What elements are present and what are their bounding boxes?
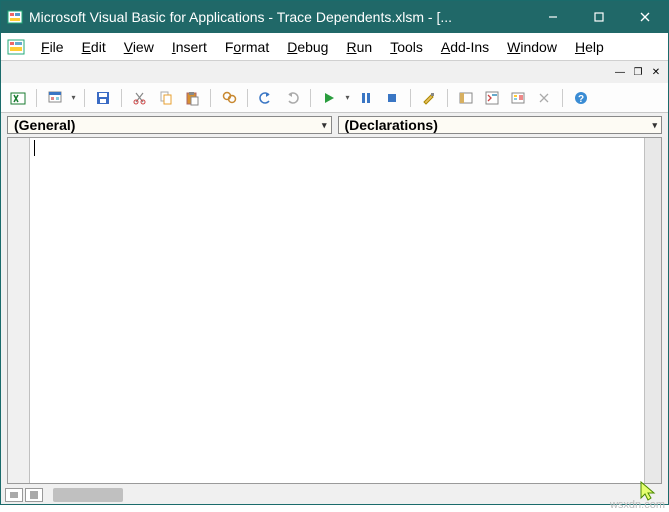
excel-icon [10, 90, 26, 106]
menu-view[interactable]: View [116, 36, 162, 58]
reset-button[interactable] [381, 87, 403, 109]
full-module-view-button[interactable] [25, 488, 43, 502]
help-icon: ? [573, 90, 589, 106]
minimize-button[interactable] [530, 1, 576, 33]
menu-addins[interactable]: Add-Ins [433, 36, 497, 58]
watermark: wsxdn.com [610, 499, 665, 511]
find-icon [221, 90, 237, 106]
menubar: FFileile Edit View Insert Format Debug R… [1, 33, 668, 61]
reset-icon [385, 91, 399, 105]
mdi-restore-button[interactable]: ❐ [630, 64, 646, 80]
view-excel-button[interactable] [7, 87, 29, 109]
combo-row: (General) ▾ (Declarations) ▾ [1, 113, 668, 137]
break-icon [359, 91, 373, 105]
chevron-down-icon: ▾ [322, 120, 327, 131]
undo-button[interactable] [255, 87, 277, 109]
code-pane [7, 137, 662, 484]
break-button[interactable] [355, 87, 377, 109]
insert-button[interactable] [44, 87, 66, 109]
toolbox-icon [536, 90, 552, 106]
save-icon [95, 90, 111, 106]
design-icon [421, 90, 437, 106]
find-button[interactable] [218, 87, 240, 109]
cut-button[interactable] [129, 87, 151, 109]
mdi-close-button[interactable]: ✕ [648, 64, 664, 80]
procedure-view-icon [9, 491, 19, 499]
toolbox-button[interactable] [533, 87, 555, 109]
paste-button[interactable] [181, 87, 203, 109]
object-combo[interactable]: (General) ▾ [7, 116, 332, 134]
toolbar: ▾ ▾ [1, 83, 668, 113]
menu-format[interactable]: Format [217, 36, 277, 58]
menu-edit[interactable]: Edit [74, 36, 114, 58]
menu-file[interactable]: FFileile [33, 36, 72, 58]
properties-button[interactable] [481, 87, 503, 109]
copy-icon [158, 90, 174, 106]
object-browser-button[interactable] [507, 87, 529, 109]
mdi-controls: — ❐ ✕ [612, 64, 664, 80]
procedure-view-button[interactable] [5, 488, 23, 502]
object-combo-value: (General) [14, 117, 75, 133]
procedure-combo[interactable]: (Declarations) ▾ [338, 116, 663, 134]
excel-app-icon[interactable] [7, 38, 25, 56]
project-explorer-button[interactable] [455, 87, 477, 109]
menu-tools[interactable]: Tools [382, 36, 431, 58]
code-editor[interactable] [30, 138, 644, 483]
titlebar: Microsoft Visual Basic for Applications … [1, 1, 668, 33]
insert-dropdown[interactable]: ▾ [70, 93, 77, 102]
menu-insert[interactable]: Insert [164, 36, 215, 58]
full-view-icon [29, 491, 39, 499]
properties-icon [484, 90, 500, 106]
procedure-combo-value: (Declarations) [345, 117, 438, 133]
window-buttons [530, 1, 668, 33]
cut-icon [132, 90, 148, 106]
window-title: Microsoft Visual Basic for Applications … [29, 9, 530, 25]
minimize-icon [548, 12, 558, 22]
menu-help[interactable]: Help [567, 36, 612, 58]
form-icon [47, 90, 63, 106]
save-button[interactable] [92, 87, 114, 109]
redo-icon [284, 90, 300, 106]
project-icon [458, 90, 474, 106]
chevron-down-icon: ▾ [652, 120, 657, 131]
copy-button[interactable] [155, 87, 177, 109]
menu-debug[interactable]: Debug [279, 36, 336, 58]
close-icon [640, 12, 650, 22]
maximize-button[interactable] [576, 1, 622, 33]
bottom-bar [1, 486, 668, 504]
maximize-icon [594, 12, 604, 22]
design-mode-button[interactable] [418, 87, 440, 109]
svg-text:?: ? [578, 94, 584, 105]
run-dropdown[interactable]: ▾ [344, 93, 351, 102]
vertical-scrollbar[interactable] [644, 138, 661, 483]
vba-app-icon [7, 9, 23, 25]
menu-run[interactable]: Run [338, 36, 380, 58]
help-button[interactable]: ? [570, 87, 592, 109]
text-caret [34, 140, 35, 156]
undo-icon [258, 90, 274, 106]
redo-button[interactable] [281, 87, 303, 109]
menu-window[interactable]: Window [499, 36, 565, 58]
close-button[interactable] [622, 1, 668, 33]
horizontal-scrollbar[interactable] [53, 488, 173, 502]
code-margin [8, 138, 30, 483]
paste-icon [184, 90, 200, 106]
browser-icon [510, 90, 526, 106]
run-icon [322, 91, 336, 105]
run-button[interactable] [318, 87, 340, 109]
vba-window: Microsoft Visual Basic for Applications … [0, 0, 669, 505]
mdi-minimize-button[interactable]: — [612, 64, 628, 80]
